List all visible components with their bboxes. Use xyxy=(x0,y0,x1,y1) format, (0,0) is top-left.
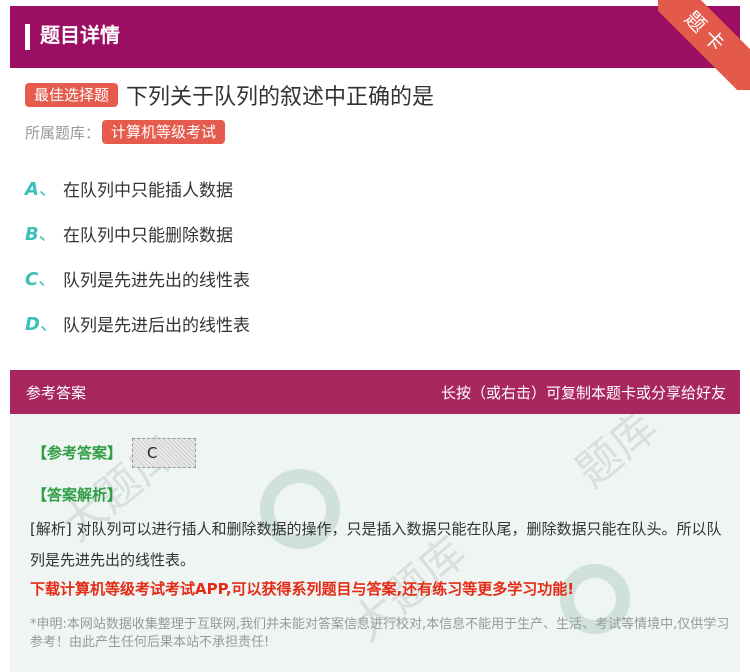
option-letter: B、 xyxy=(25,224,57,245)
question-type-badge: 最佳选择题 xyxy=(25,83,119,107)
option-letter: D、 xyxy=(25,314,58,335)
category-label: 所属题库： xyxy=(25,123,101,142)
watermark-text: 题库 xyxy=(566,414,667,498)
option-text: 队列是先进先出的线性表 xyxy=(63,270,250,291)
analysis-text: [解析] 对队列可以进行插人和删除数据的操作，只是插入数据只能在队尾，删除数据只… xyxy=(30,520,722,569)
analysis-label: 【答案解析】 xyxy=(32,486,123,504)
answer-value-image: C xyxy=(132,438,196,468)
option-a[interactable]: A、 在队列中只能插人数据 xyxy=(25,175,233,201)
category-line: 所属题库： 计算机等级考试 xyxy=(25,120,226,144)
page-header: 题目详情 xyxy=(10,6,740,68)
option-c[interactable]: C、 队列是先进先出的线性表 xyxy=(25,265,250,291)
answer-label: 【参考答案】 xyxy=(32,444,123,462)
category-badge[interactable]: 计算机等级考试 xyxy=(102,120,226,144)
corner-ribbon: 题卡 xyxy=(658,0,750,90)
option-b[interactable]: B、 在队列中只能删除数据 xyxy=(25,220,233,246)
answer-header: 参考答案 长按（或右击）可复制本题卡或分享给好友 xyxy=(10,370,740,414)
share-hint: 长按（或右击）可复制本题卡或分享给好友 xyxy=(440,384,726,402)
option-text: 在队列中只能插人数据 xyxy=(63,180,233,201)
option-text: 队列是先进后出的线性表 xyxy=(63,315,250,336)
disclaimer: *申明:本网站数据收集整理于互联网,我们并未能对答案信息进行校对,本信息不能用于… xyxy=(30,617,730,650)
answer-panel: 大题库 大题库 题库 【参考答案】 C 【答案解析】 [解析] 对队列可以进行插… xyxy=(10,414,740,672)
option-d[interactable]: D、 队列是先进后出的线性表 xyxy=(25,310,250,336)
option-letter: C、 xyxy=(25,269,57,290)
option-letter: A、 xyxy=(25,179,57,200)
question-text: 下列关于队列的叙述中正确的是 xyxy=(126,85,435,110)
option-text: 在队列中只能删除数据 xyxy=(63,225,233,246)
header-accent-bar xyxy=(25,24,30,50)
question-line: 最佳选择题 下列关于队列的叙述中正确的是 xyxy=(25,80,434,110)
page-title: 题目详情 xyxy=(40,23,120,47)
corner-tag: 题卡 xyxy=(658,0,750,90)
app-promo-link[interactable]: 下载计算机等级考试考试APP,可以获得系列题目与答案,还有练习等更多学习功能! xyxy=(30,578,574,599)
answer-header-title: 参考答案 xyxy=(26,384,87,402)
